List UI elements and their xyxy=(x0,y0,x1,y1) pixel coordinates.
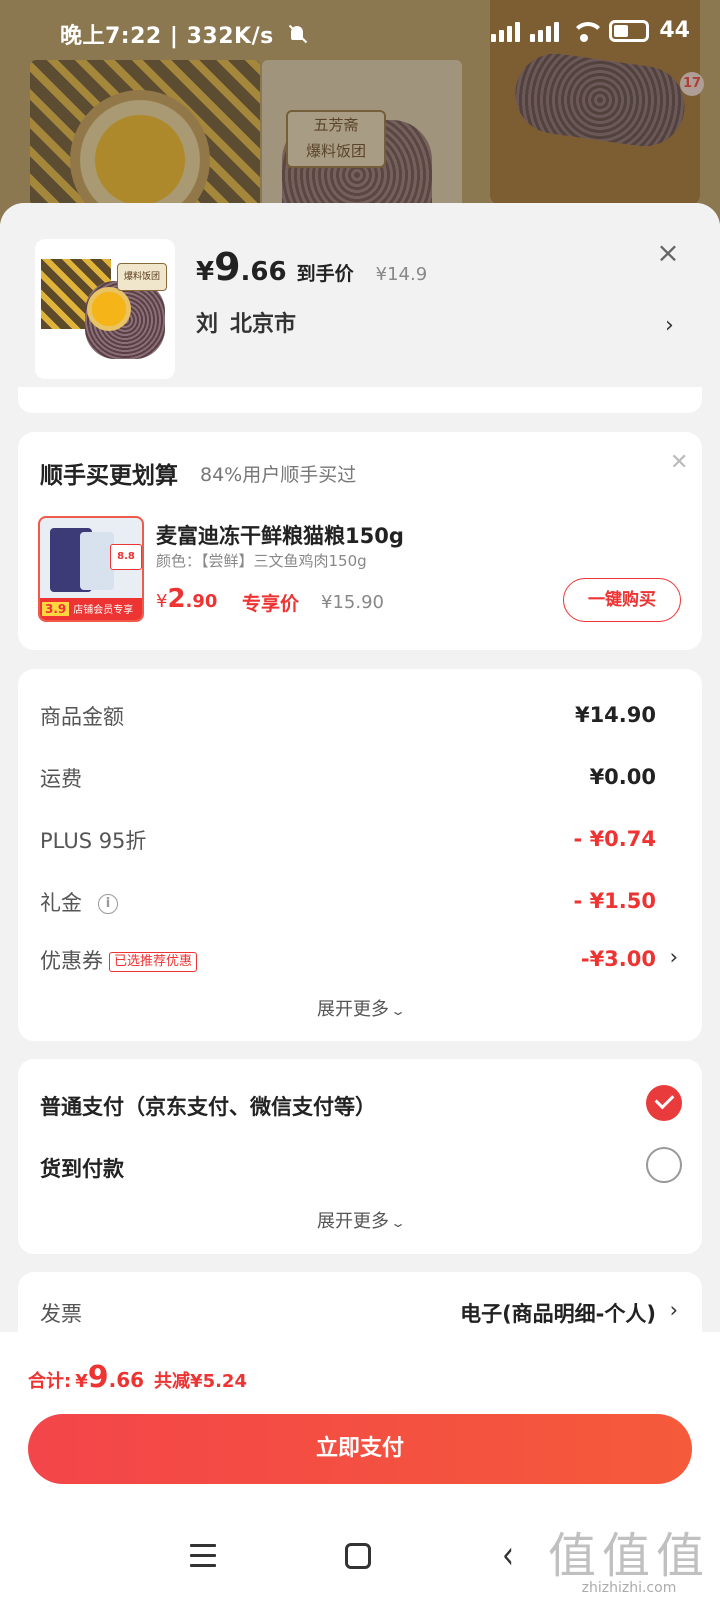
back-icon[interactable]: ‹ xyxy=(502,1533,514,1579)
status-right: 44 xyxy=(491,18,690,43)
address-selector[interactable]: 刘北京市 xyxy=(196,306,308,338)
upsell-item-name[interactable]: 麦富迪冻干鲜粮猫粮150g xyxy=(156,520,404,550)
upsell-subtitle: 84%用户顺手买过 xyxy=(200,464,357,486)
menu-icon[interactable] xyxy=(190,1544,216,1567)
cost-label-gift: 礼金 i xyxy=(40,887,118,917)
cost-value-gift: - ¥1.50 xyxy=(573,889,656,913)
chevron-right-icon[interactable]: › xyxy=(670,945,678,969)
final-price: ¥ 9 .66 到手价 ¥14.9 xyxy=(196,245,428,289)
original-price: ¥14.9 xyxy=(375,264,428,285)
upsell-image-strip: 3.9 店铺会员专享 xyxy=(40,598,142,620)
upsell-original-price: ¥15.90 xyxy=(321,592,384,613)
status-net-speed: 332K/s xyxy=(186,24,274,49)
info-icon[interactable]: i xyxy=(98,894,118,914)
upsell-image-badge: 8.8 xyxy=(110,544,142,570)
order-total: 合计: ¥ 9 .66 共减¥5.24 xyxy=(28,1360,247,1395)
cost-value-plus: - ¥0.74 xyxy=(573,827,656,851)
upsell-item-spec: 颜色：【尝鲜】三文鱼鸡肉150g xyxy=(156,552,367,570)
payment-option-normal[interactable]: 普通支付（京东支付、微信支付等） xyxy=(40,1091,376,1121)
status-bar: 晚上7:22 | 332K/s 44 xyxy=(0,0,720,68)
cost-breakdown-card: 商品金额 ¥14.90 运费 ¥0.00 PLUS 95折 - ¥0.74 礼金… xyxy=(18,669,702,1041)
invoice-label: 发票 xyxy=(40,1302,82,1326)
bottom-action-bar: 合计: ¥ 9 .66 共减¥5.24 立即支付 ‹ 值值值 zhizhizhi… xyxy=(0,1332,720,1600)
card-edge xyxy=(18,387,702,413)
watermark: 值值值 zhizhizhi.com xyxy=(548,1516,710,1596)
status-time: 晚上7:22 xyxy=(60,24,162,49)
chevron-down-icon: ⌄ xyxy=(389,1004,407,1018)
cost-value-coupon[interactable]: -¥3.00 xyxy=(581,947,656,971)
expand-more-button[interactable]: 展开更多⌄ xyxy=(18,1207,702,1233)
pay-now-button[interactable]: 立即支付 xyxy=(28,1414,692,1484)
close-button[interactable]: × xyxy=(650,235,686,271)
cost-value-shipping: ¥0.00 xyxy=(589,765,656,789)
signal-icon xyxy=(491,20,521,42)
price-tag: 到手价 xyxy=(296,263,354,285)
radio-checked-icon[interactable] xyxy=(646,1085,682,1121)
cost-value-subtotal: ¥14.90 xyxy=(574,703,656,727)
status-left: 晚上7:22 | 332K/s xyxy=(60,18,306,50)
invoice-value: 电子(商品明细-个人) xyxy=(460,1302,656,1326)
cost-label-shipping: 运费 xyxy=(40,767,82,791)
upsell-card: 顺手买更划算 84%用户顺手买过 ✕ 8.8 3.9 店铺会员专享 麦富迪冻干鲜粮… xyxy=(18,432,702,650)
chevron-right-icon: › xyxy=(669,1298,678,1322)
upsell-price-tag: 专享价 xyxy=(242,593,300,615)
coupon-badge: 已选推荐优惠 xyxy=(109,952,198,972)
cost-label-coupon[interactable]: 优惠券 已选推荐优惠 xyxy=(40,945,198,975)
upsell-item-image[interactable]: 8.8 3.9 店铺会员专享 xyxy=(38,516,144,622)
recipient-name: 刘 xyxy=(196,312,219,337)
chevron-down-icon: ⌄ xyxy=(389,1216,407,1230)
cost-label-plus: PLUS 95折 xyxy=(40,829,147,853)
battery-icon xyxy=(609,19,650,42)
home-icon[interactable] xyxy=(345,1543,371,1569)
payment-option-cod[interactable]: 货到付款 xyxy=(40,1153,124,1183)
upsell-title: 顺手买更划算 xyxy=(40,463,178,489)
address-text: 北京市 xyxy=(230,312,297,337)
watermark-logo: 值值值 xyxy=(547,1528,710,1584)
battery-percent: 44 xyxy=(659,18,690,43)
cost-label-subtotal: 商品金额 xyxy=(40,705,124,729)
wifi-icon xyxy=(569,20,606,42)
signal-icon-2 xyxy=(530,20,560,42)
upsell-item-price: ¥ 2 .90 xyxy=(156,584,218,614)
payment-method-card: 普通支付（京东支付、微信支付等） 货到付款 展开更多⌄ xyxy=(18,1059,702,1254)
expand-more-button[interactable]: 展开更多⌄ xyxy=(18,995,702,1021)
product-header: 爆料饭团 ¥ 9 .66 到手价 ¥14.9 刘北京市 › × xyxy=(0,203,720,413)
checkout-sheet: 爆料饭团 ¥ 9 .66 到手价 ¥14.9 刘北京市 › × 顺手买更划算 8… xyxy=(0,203,720,1600)
upsell-close-icon[interactable]: ✕ xyxy=(670,450,688,475)
total-discount: 共减¥5.24 xyxy=(154,1371,247,1392)
thumb-brand-label: 爆料饭团 xyxy=(117,263,167,291)
bell-off-icon xyxy=(288,25,306,43)
chevron-right-icon[interactable]: › xyxy=(665,313,674,338)
radio-unchecked-icon[interactable] xyxy=(646,1147,682,1183)
product-thumbnail: 爆料饭团 xyxy=(35,239,175,379)
system-nav-bar: ‹ 值值值 zhizhizhi.com xyxy=(0,1516,720,1600)
one-click-buy-button[interactable]: 一键购买 xyxy=(563,578,681,622)
